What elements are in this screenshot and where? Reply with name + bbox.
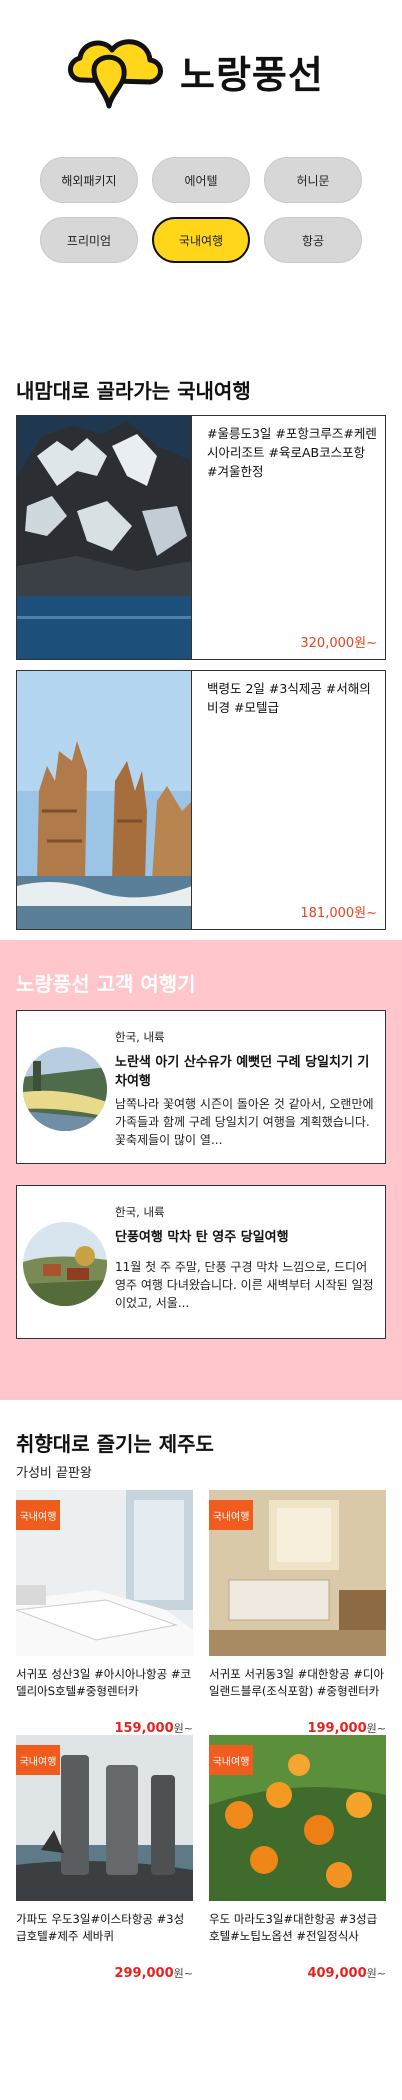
product-badge: 국내여행 — [209, 1500, 253, 1530]
jeju-section-title: 취향대로 즐기는 제주도 — [16, 1432, 214, 1456]
domestic-card-price: 320,000원~ — [300, 636, 377, 651]
domestic-card-price: 181,000원~ — [300, 906, 377, 921]
price-unit: 원~ — [366, 1967, 386, 1980]
domestic-card-description: 백령도 2일 #3식제공 #서해의비경 #모텔급 — [207, 681, 371, 715]
jeju-product-image: 국내여행 — [209, 1490, 386, 1656]
jeju-product-price: 199,000원~ — [307, 1720, 386, 1736]
jeju-product-price: 299,000원~ — [114, 1965, 193, 1981]
category-chip-domestic[interactable]: 국내여행 — [152, 217, 250, 263]
review-thumbnail — [23, 1222, 107, 1306]
review-title: 단풍여행 막차 탄 영주 당일여행 — [115, 1230, 289, 1245]
review-title: 노란색 아기 산수유가 예뻣던 구례 당일치기 기차여행 — [115, 1055, 370, 1089]
category-chip-honeymoon[interactable]: 허니문 — [264, 157, 362, 203]
jeju-section-subtitle: 가성비 끝판왕 — [16, 1466, 92, 1481]
price-unit: 원~ — [366, 1722, 386, 1735]
domestic-card[interactable]: #울릉도3일 #포항크루즈#케렌시아리조트 #육로AB코스포항 #겨울한정 32… — [16, 415, 386, 660]
domestic-card-description: #울릉도3일 #포항크루즈#케렌시아리조트 #육로AB코스포항 #겨울한정 — [207, 426, 377, 479]
snowy-cliff-photo — [17, 416, 191, 659]
reviews-section-title: 노랑풍선 고객 여행기 — [16, 972, 196, 996]
review-card[interactable]: 한국, 내륙 노란색 아기 산수유가 예뻣던 구례 당일치기 기차여행 남쪽나라… — [16, 1010, 386, 1164]
village-photo — [23, 1222, 107, 1306]
review-card[interactable]: 한국, 내륙 단풍여행 막차 탄 영주 당일여행 11월 첫 주 주말, 단풍 … — [16, 1185, 386, 1339]
jeju-product-description: 서귀포 서귀동3일 #대한항공 #디아일랜드블루(조식포함) #중형렌터카 — [209, 1667, 385, 1698]
review-excerpt: 11월 첫 주 주말, 단풍 구경 막차 느낌으로, 드디어 영주 여행 다녀왔… — [115, 1260, 374, 1310]
domestic-section-title: 내맘대로 골라가는 국내여행 — [16, 379, 251, 403]
review-thumbnail — [23, 1047, 107, 1131]
jeju-product-price: 159,000원~ — [114, 1720, 193, 1736]
jeju-product-image: 국내여행 — [209, 1735, 386, 1901]
riverside-photo — [23, 1047, 107, 1131]
reviews-section: 노랑풍선 고객 여행기 한국, 내륙 노란색 아기 산수유가 예뻣던 구례 당일… — [0, 940, 402, 1400]
review-location: 한국, 내륙 — [115, 1205, 165, 1219]
review-excerpt: 남쪽나라 꽃여행 시즌이 돌아온 것 같아서, 오랜만에 가족들과 함께 구례 … — [115, 1097, 374, 1147]
domestic-card-image-baengnyeongdo — [17, 671, 192, 929]
brand-name: 노랑풍선 — [180, 53, 324, 97]
jeju-product-price: 409,000원~ — [307, 1965, 386, 1981]
price-value: 409,000 — [307, 1966, 367, 1981]
product-badge: 국내여행 — [16, 1745, 60, 1775]
review-location: 한국, 내륙 — [115, 1030, 165, 1044]
price-value: 299,000 — [114, 1966, 174, 1981]
category-chip-flight[interactable]: 항공 — [264, 217, 362, 263]
jeju-product-description: 우도 마라도3일#대한항공 #3성급호텔#노팁노옵션 #전일정식사 — [209, 1912, 378, 1943]
price-unit: 원~ — [173, 1722, 193, 1735]
price-unit: 원~ — [173, 1967, 193, 1980]
price-value: 199,000 — [307, 1721, 367, 1736]
sea-rock-photo — [17, 671, 191, 929]
category-chip-airtel[interactable]: 에어텔 — [152, 157, 250, 203]
product-badge: 국내여행 — [209, 1745, 253, 1775]
category-chip-overseas-package[interactable]: 해외패키지 — [40, 157, 138, 203]
category-chip-premium[interactable]: 프리미엄 — [40, 217, 138, 263]
domestic-card[interactable]: 백령도 2일 #3식제공 #서해의비경 #모텔급 181,000원~ — [16, 670, 386, 930]
product-badge: 국내여행 — [16, 1500, 60, 1530]
domestic-card-image-ulleungdo — [17, 416, 192, 659]
jeju-product-image: 국내여행 — [16, 1735, 193, 1901]
jeju-product-image: 국내여행 — [16, 1490, 193, 1656]
balloon-cloud-icon — [68, 39, 163, 109]
price-value: 159,000 — [114, 1721, 174, 1736]
jeju-product-description: 가파도 우도3일#이스타항공 #3성급호텔#제주 세바퀴 — [16, 1912, 185, 1943]
jeju-product-description: 서귀포 성산3일 #아시아나항공 #코델리아S호텔#중형렌터카 — [16, 1667, 192, 1698]
brand-logo[interactable]: 노랑풍선 — [60, 30, 350, 110]
